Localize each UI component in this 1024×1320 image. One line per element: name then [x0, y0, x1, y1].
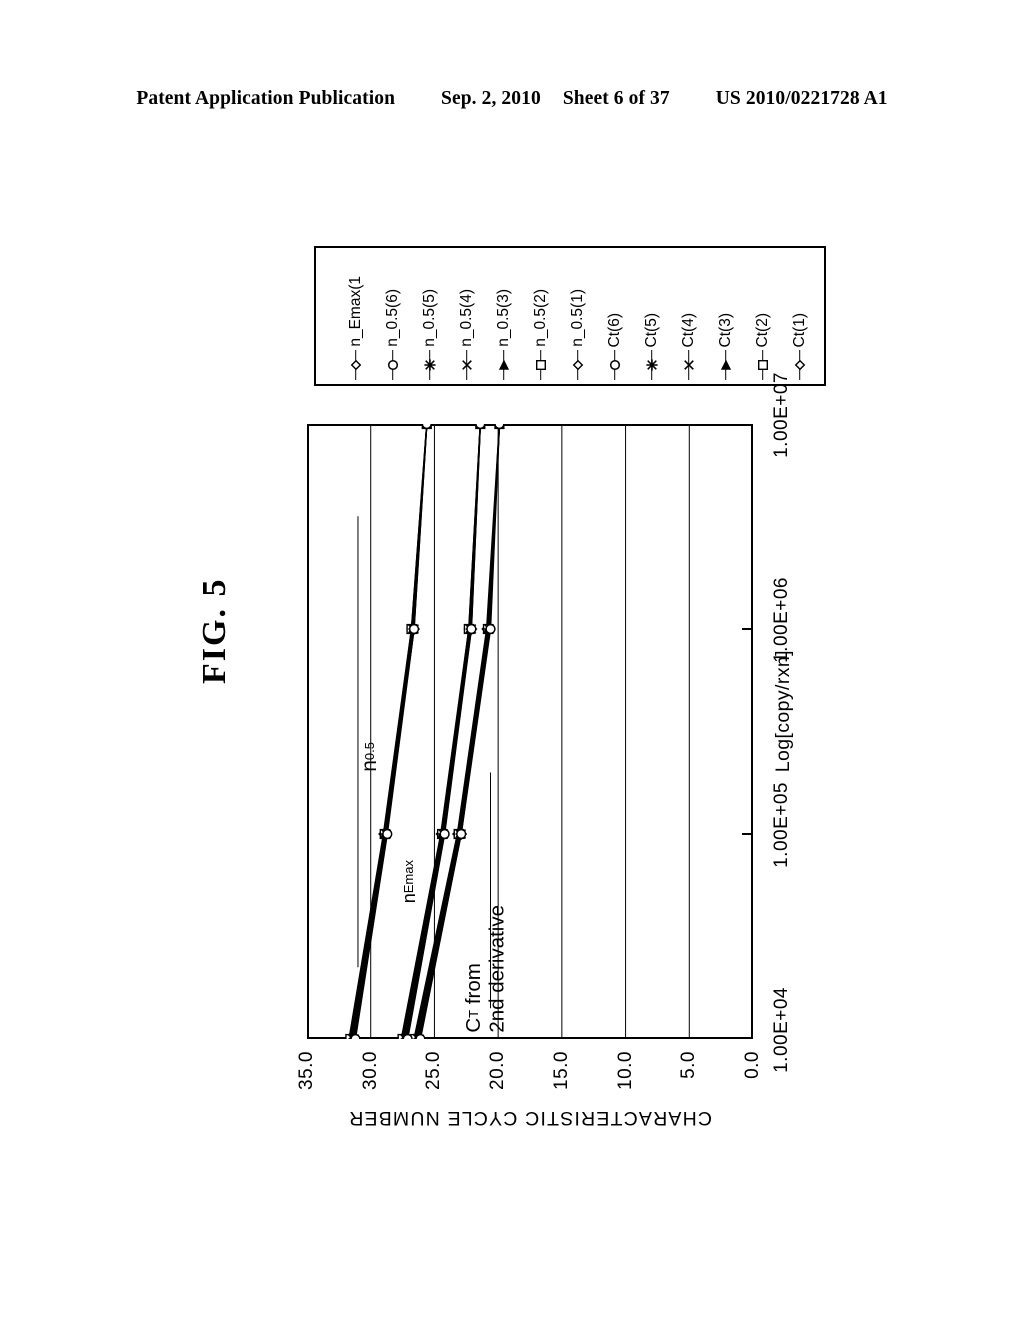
data-point-marker	[439, 828, 450, 840]
annotation-ct-line1: CT from	[462, 963, 485, 1032]
legend-entry[interactable]: n_0.5(2)	[522, 248, 559, 380]
legend-marker-circle-icon	[598, 350, 632, 380]
legend-entry[interactable]: Ct(1)	[781, 248, 818, 380]
legend-marker-diamond-icon	[561, 350, 595, 380]
legend-entry-label: n_0.5(1)	[568, 289, 586, 347]
data-point-marker	[494, 424, 505, 430]
x-axis-tick-label: 1.00E+04	[771, 987, 792, 1073]
data-point-marker	[350, 1033, 361, 1039]
legend-entry-label: Ct(6)	[605, 312, 623, 347]
legend-entry-label: n_0.5(3)	[494, 289, 512, 347]
legend-entry[interactable]: n_Emax(1	[337, 248, 374, 380]
header-patent-number: US 2010/0221728 A1	[715, 88, 888, 109]
header-date: Sep. 2, 2010	[441, 88, 541, 109]
legend-entry[interactable]: n_0.5(4)	[448, 248, 485, 380]
data-point-marker	[466, 623, 477, 635]
header-publication: Patent Application Publication	[136, 88, 396, 109]
page-header: Patent Application Publication Sep. 2, 2…	[0, 88, 1024, 118]
legend-entry[interactable]: n_0.5(1)	[559, 248, 596, 380]
data-point-marker	[402, 1033, 413, 1039]
legend-entry[interactable]: n_0.5(5)	[411, 248, 448, 380]
legend-entry-label: Ct(4)	[679, 312, 697, 347]
annotation-n05-subscript: 0.5	[362, 742, 377, 761]
series-line	[350, 424, 428, 1039]
annotation-ct-base: C	[462, 1017, 485, 1033]
x-axis-label: Log[copy/rxn]	[772, 650, 794, 773]
annotation-n05: n0.5	[358, 742, 382, 772]
legend-entry-label: n_0.5(2)	[531, 289, 549, 347]
y-axis-tick-label: 25.0	[423, 1051, 445, 1090]
chart-plot-area	[307, 424, 753, 1039]
legend-entries: Ct(1) Ct(2) Ct(3) Ct(4) Ct(5) Ct(6) n_0.5(1) n_…	[316, 248, 824, 384]
y-axis-tick-label: 15.0	[550, 1051, 572, 1090]
legend-entry-label: Ct(1)	[790, 312, 808, 347]
data-point-marker	[421, 424, 432, 430]
legend-marker-cross-icon	[672, 350, 706, 380]
data-point-marker	[382, 828, 393, 840]
annotation-nemax-base: n	[399, 893, 419, 904]
legend-marker-circle-icon	[376, 350, 410, 380]
legend-marker-star-icon	[635, 350, 669, 380]
y-axis-tick-label: 20.0	[487, 1051, 509, 1090]
y-axis-tick-label: 30.0	[359, 1051, 381, 1090]
legend-entry[interactable]: Ct(6)	[596, 248, 633, 380]
chart-legend: Ct(1) Ct(2) Ct(3) Ct(4) Ct(5) Ct(6) n_0.5(1) n_…	[314, 246, 826, 386]
legend-entry[interactable]: Ct(2)	[744, 248, 781, 380]
legend-entry[interactable]: Ct(4)	[670, 248, 707, 380]
legend-entry-label: n_Emax(1	[346, 276, 364, 347]
legend-marker-star-icon	[413, 350, 447, 380]
legend-entry-label: Ct(5)	[642, 312, 660, 347]
legend-marker-triangle-icon	[487, 350, 521, 380]
data-point-marker	[456, 828, 467, 840]
annotation-ct-rest: from	[462, 963, 485, 1010]
annotation-nemax: nEmax	[399, 860, 420, 903]
legend-entry-label: n_0.5(5)	[420, 289, 438, 347]
annotation-n05-base: n	[358, 760, 381, 772]
legend-entry-label: Ct(2)	[753, 312, 771, 347]
annotation-ct-line2: 2nd derivative	[485, 905, 509, 1033]
legend-entry-label: n_0.5(6)	[383, 289, 401, 347]
legend-entry[interactable]: n_0.5(3)	[485, 248, 522, 380]
x-axis-tick-label: 1.00E+07	[771, 372, 792, 458]
legend-marker-square-icon	[524, 350, 558, 380]
annotation-ct: CT from 2nd derivative	[462, 905, 509, 1033]
data-point-marker	[415, 1033, 426, 1039]
y-axis-label: CHARACTERISTIC CYCLE NUMBER	[348, 1107, 712, 1129]
legend-marker-triangle-icon	[709, 350, 743, 380]
legend-entry-label: n_0.5(4)	[457, 289, 475, 347]
x-axis-tick-label: 1.00E+05	[771, 782, 792, 868]
data-point-marker	[485, 623, 496, 635]
data-point-marker	[408, 623, 420, 635]
series-line	[348, 424, 428, 1039]
legend-marker-diamond-icon	[339, 350, 373, 380]
legend-marker-cross-icon	[450, 350, 484, 380]
series-line	[349, 424, 428, 1039]
y-axis-tick-label: 5.0	[678, 1051, 700, 1079]
figure-title: FIG. 5	[196, 577, 233, 684]
legend-entry[interactable]: Ct(5)	[633, 248, 670, 380]
plot-series-svg	[343, 424, 753, 1039]
legend-entry[interactable]: Ct(3)	[707, 248, 744, 380]
legend-entry[interactable]: n_0.5(6)	[374, 248, 411, 380]
header-sheet: Sheet 6 of 37	[562, 88, 670, 109]
y-axis-tick-label: 10.0	[614, 1051, 636, 1090]
legend-entry-label: Ct(3)	[716, 312, 734, 347]
y-axis-tick-label: 35.0	[296, 1051, 317, 1090]
y-axis-tick-label: 0.0	[742, 1051, 763, 1079]
annotation-ct-subscript: T	[466, 1009, 481, 1018]
data-point-marker	[475, 424, 486, 430]
annotation-nemax-subscript: Emax	[401, 860, 416, 894]
